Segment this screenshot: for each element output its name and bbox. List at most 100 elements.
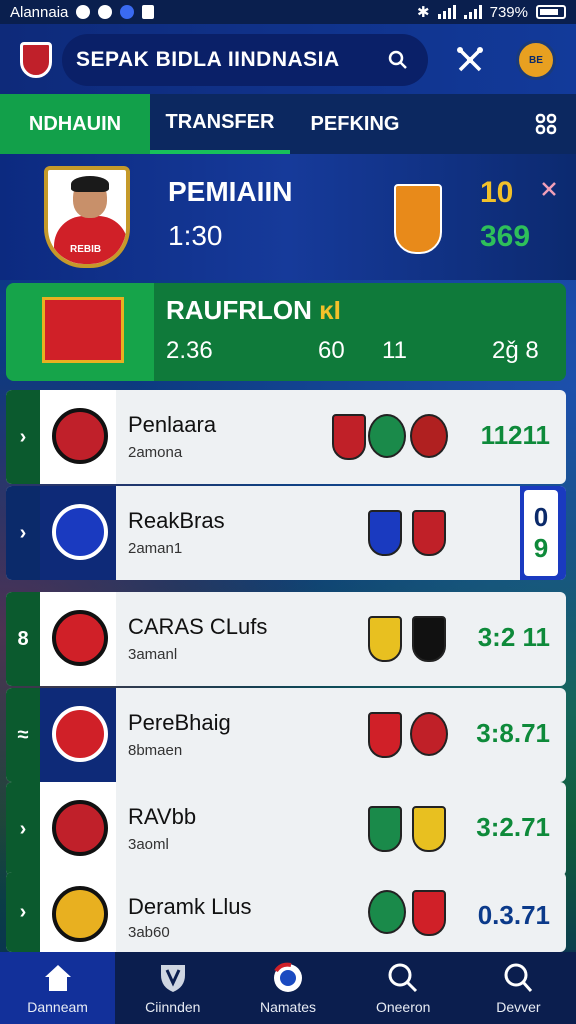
opponent-crest-icon: [368, 616, 402, 662]
opponent-crest-icon: [368, 510, 402, 556]
search-icon: [504, 963, 533, 992]
shield-icon: [160, 965, 185, 992]
banner-title-accent: ĸI: [319, 295, 341, 325]
chevron-right-icon[interactable]: 8: [6, 592, 40, 686]
ranking-banner[interactable]: RAUFRLON ĸI 2.36 60 11 2ǧ 8: [6, 283, 566, 381]
battery-icon: [536, 5, 566, 19]
opponent-crest-icon: [410, 414, 448, 458]
club-crest-icon: [52, 886, 108, 942]
club-subtitle: 3ab60: [128, 924, 170, 941]
carrier-label: Alannaia: [10, 3, 69, 21]
club-subtitle: 8bmaen: [128, 742, 183, 759]
opponent-crest-icon: [368, 712, 402, 758]
banner-title-text: RAUFRLON: [166, 295, 312, 325]
player-shirt-text: REBIB: [70, 244, 102, 255]
nav-label: Devver: [496, 999, 541, 1015]
app-logo-icon[interactable]: [20, 42, 52, 78]
opponent-crest-icon: [332, 414, 366, 460]
club-name: CARAS CLufs: [128, 614, 268, 639]
club-score-bottom: 9: [533, 533, 549, 563]
bottom-navigation: Danneam Ciinnden Namates Oneeron Devver: [0, 952, 576, 1024]
settings-icon: [98, 5, 113, 19]
nav-matches[interactable]: Namates: [230, 952, 345, 1024]
opponent-crest-icon: [412, 890, 446, 936]
tab-label: TRANSFER: [165, 110, 275, 133]
nav-search[interactable]: Oneeron: [346, 952, 461, 1024]
chevron-right-icon[interactable]: ›: [6, 390, 40, 484]
nav-label: Namates: [259, 999, 317, 1015]
ball-icon: [274, 962, 302, 992]
search-icon[interactable]: [388, 50, 408, 70]
chevron-right-icon[interactable]: ›: [6, 486, 40, 580]
club-crest-icon: [52, 408, 108, 464]
opponent-crest-icon: [412, 616, 446, 662]
menu-icon[interactable]: [516, 94, 576, 154]
nav-label: Danneam: [27, 999, 88, 1015]
club-row[interactable]: › Deramk Llus 3ab60 0.3.71: [6, 872, 566, 952]
tab-pefking[interactable]: PEFKING: [290, 94, 420, 154]
club-subtitle: 3aoml: [128, 836, 169, 853]
club-crest-icon: [52, 610, 108, 666]
nav-label: Ciinnden: [145, 999, 201, 1015]
close-icon[interactable]: [540, 180, 558, 198]
search-bar[interactable]: SEPAK BIDLA IINDNASIA: [62, 34, 428, 86]
club-name: Deramk Llus: [128, 894, 252, 919]
player-avatar: REBIB: [44, 166, 130, 268]
club-crest-icon: [52, 800, 108, 856]
club-subtitle: 3amanl: [128, 646, 178, 663]
battery-percent: 739%: [489, 3, 528, 21]
opponent-crest-icon: [412, 806, 446, 852]
banner-crest-icon: [42, 297, 124, 363]
banner-title: RAUFRLON ĸI: [166, 295, 341, 326]
tab-ndhauin[interactable]: NDHAUIN: [0, 94, 150, 154]
opponent-crest-icon: [368, 890, 406, 934]
featured-stat-top: 10: [480, 176, 514, 209]
banner-stat: 60: [318, 337, 345, 364]
profile-badge-text: BE: [529, 54, 543, 66]
club-row[interactable]: ≈ PereBhaig 8bmaen 3:8.71: [6, 688, 566, 782]
nav-clubs[interactable]: Ciinnden: [115, 952, 230, 1024]
club-score: 3:8.71: [476, 718, 550, 748]
featured-time: 1:30: [168, 220, 223, 251]
opponent-crest-icon: [368, 414, 406, 458]
club-row[interactable]: › ReakBras 2aman1 0 9: [6, 486, 566, 580]
chevron-right-icon[interactable]: ›: [6, 872, 40, 952]
club-row[interactable]: › Penlaara 2amona 11211: [6, 390, 566, 484]
app-title: SEPAK BIDLA IINDNASIA: [76, 48, 340, 71]
banner-stat: 2ǧ 8: [492, 337, 539, 364]
nav-discover[interactable]: Devver: [461, 952, 576, 1024]
club-row[interactable]: 8 CARAS CLufs 3amanl 3:2 11: [6, 592, 566, 686]
opponent-crest-icon: [368, 806, 402, 852]
grid-icon: [535, 113, 557, 135]
club-name: ReakBras: [128, 508, 225, 533]
featured-player-card[interactable]: REBIB PEMIAIIN 1:30 10 369: [0, 154, 576, 280]
club-crest-icon: [394, 184, 442, 254]
tab-transfer[interactable]: TRANSFER: [150, 94, 290, 154]
club-subtitle: 2amona: [128, 444, 183, 461]
club-crest-icon: [52, 504, 108, 560]
player-shirt: [54, 216, 126, 264]
club-score: 3:2 11: [477, 622, 550, 652]
app-bar: SEPAK BIDLA IINDNASIA BE: [0, 24, 576, 94]
profile-icon[interactable]: BE: [516, 40, 556, 80]
tab-label: PEFKING: [310, 112, 400, 135]
share-icon[interactable]: [454, 44, 486, 76]
score-tab: 0 9: [520, 486, 566, 580]
wifi-icon: [437, 5, 456, 19]
club-row[interactable]: › RAVbb 3aoml 3:2.71: [6, 782, 566, 876]
signal-icon: [463, 5, 482, 19]
chevron-right-icon[interactable]: ≈: [6, 688, 40, 782]
nav-home[interactable]: Danneam: [0, 952, 116, 1024]
home-icon: [44, 965, 71, 991]
featured-label: PEMIAIIN: [168, 176, 293, 207]
opponent-crest-icon: [410, 712, 448, 756]
opponent-crest-icon: [412, 510, 446, 556]
banner-stat: 2.36: [166, 337, 213, 364]
search-icon: [388, 963, 418, 993]
banner-crest-area: [6, 283, 154, 381]
club-name: RAVbb: [128, 804, 197, 829]
chevron-right-icon[interactable]: ›: [6, 782, 40, 876]
message-icon: [142, 5, 155, 19]
bluetooth-icon: ✱: [417, 4, 430, 21]
club-crest-icon: [52, 706, 108, 762]
